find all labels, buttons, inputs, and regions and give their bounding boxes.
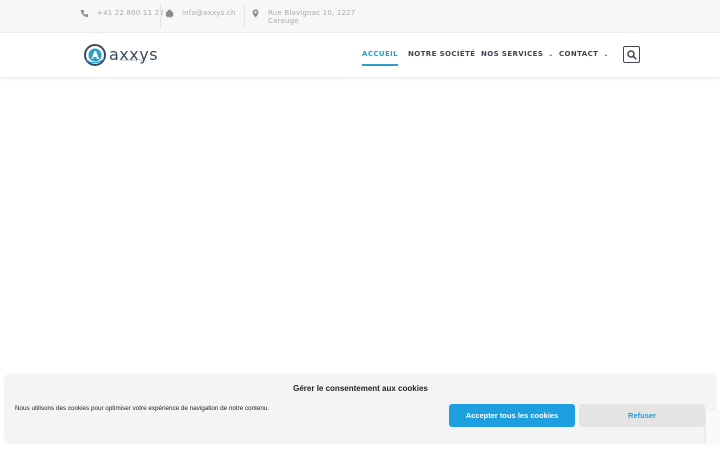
logo[interactable]: axxys consulting SA [84, 42, 168, 68]
search-button[interactable] [623, 46, 640, 63]
phone-contact[interactable]: +41 22 800 11 22 [80, 9, 164, 19]
nav-item-notre-societe[interactable]: NOTRE SOCIÉTÉ [408, 50, 475, 58]
logo-tagline: consulting SA [120, 58, 144, 62]
recaptcha-badge[interactable] [706, 410, 720, 444]
map-pin-icon [251, 9, 261, 19]
nav-label: NOTRE SOCIÉTÉ [408, 50, 476, 58]
address-line-1: Rue Blavignac 10, 1227 [268, 9, 356, 17]
nav-item-accueil[interactable]: ACCUEIL [362, 50, 399, 66]
cookie-title: Gérer le consentement aux cookies [293, 384, 428, 393]
chevron-down-icon: ⌄ [603, 51, 609, 58]
fax-icon [165, 9, 175, 19]
divider [244, 4, 245, 28]
address-contact[interactable]: Rue Blavignac 10, 1227 Carouge [251, 9, 355, 25]
top-info-bar: +41 22 800 11 22 info@axxys.ch Rue Blavi… [0, 0, 720, 33]
cookie-consent-banner: Gérer le consentement aux cookies Nous u… [6, 376, 715, 442]
address-line-2: Carouge [268, 17, 299, 25]
phone-icon [80, 9, 90, 19]
accept-all-cookies-button[interactable]: Accepter tous les cookies [449, 404, 575, 427]
refuse-cookies-button[interactable]: Refuser [579, 404, 705, 427]
active-underline [362, 64, 399, 66]
email-contact[interactable]: info@axxys.ch [165, 9, 236, 19]
site-header: axxys consulting SA ACCUEIL NOTRE SOCIÉT… [0, 33, 720, 77]
logo-icon [84, 44, 106, 66]
search-icon [626, 49, 637, 60]
nav-item-contact[interactable]: CONTACT ⌄ [559, 50, 609, 58]
floating-widget-icon[interactable] [466, 438, 484, 450]
nav-label: CONTACT [559, 50, 599, 58]
cookie-message: Nous utilisons des cookies pour optimise… [15, 405, 270, 412]
email-address: info@axxys.ch [182, 9, 236, 17]
nav-label: NOS SERVICES [481, 50, 544, 58]
address-text: Rue Blavignac 10, 1227 Carouge [268, 9, 355, 25]
divider [160, 4, 161, 28]
phone-number: +41 22 800 11 22 [97, 9, 164, 17]
nav-item-nos-services[interactable]: NOS SERVICES ⌄ [481, 50, 554, 58]
nav-label: ACCUEIL [362, 50, 399, 58]
chevron-down-icon: ⌄ [548, 51, 554, 58]
